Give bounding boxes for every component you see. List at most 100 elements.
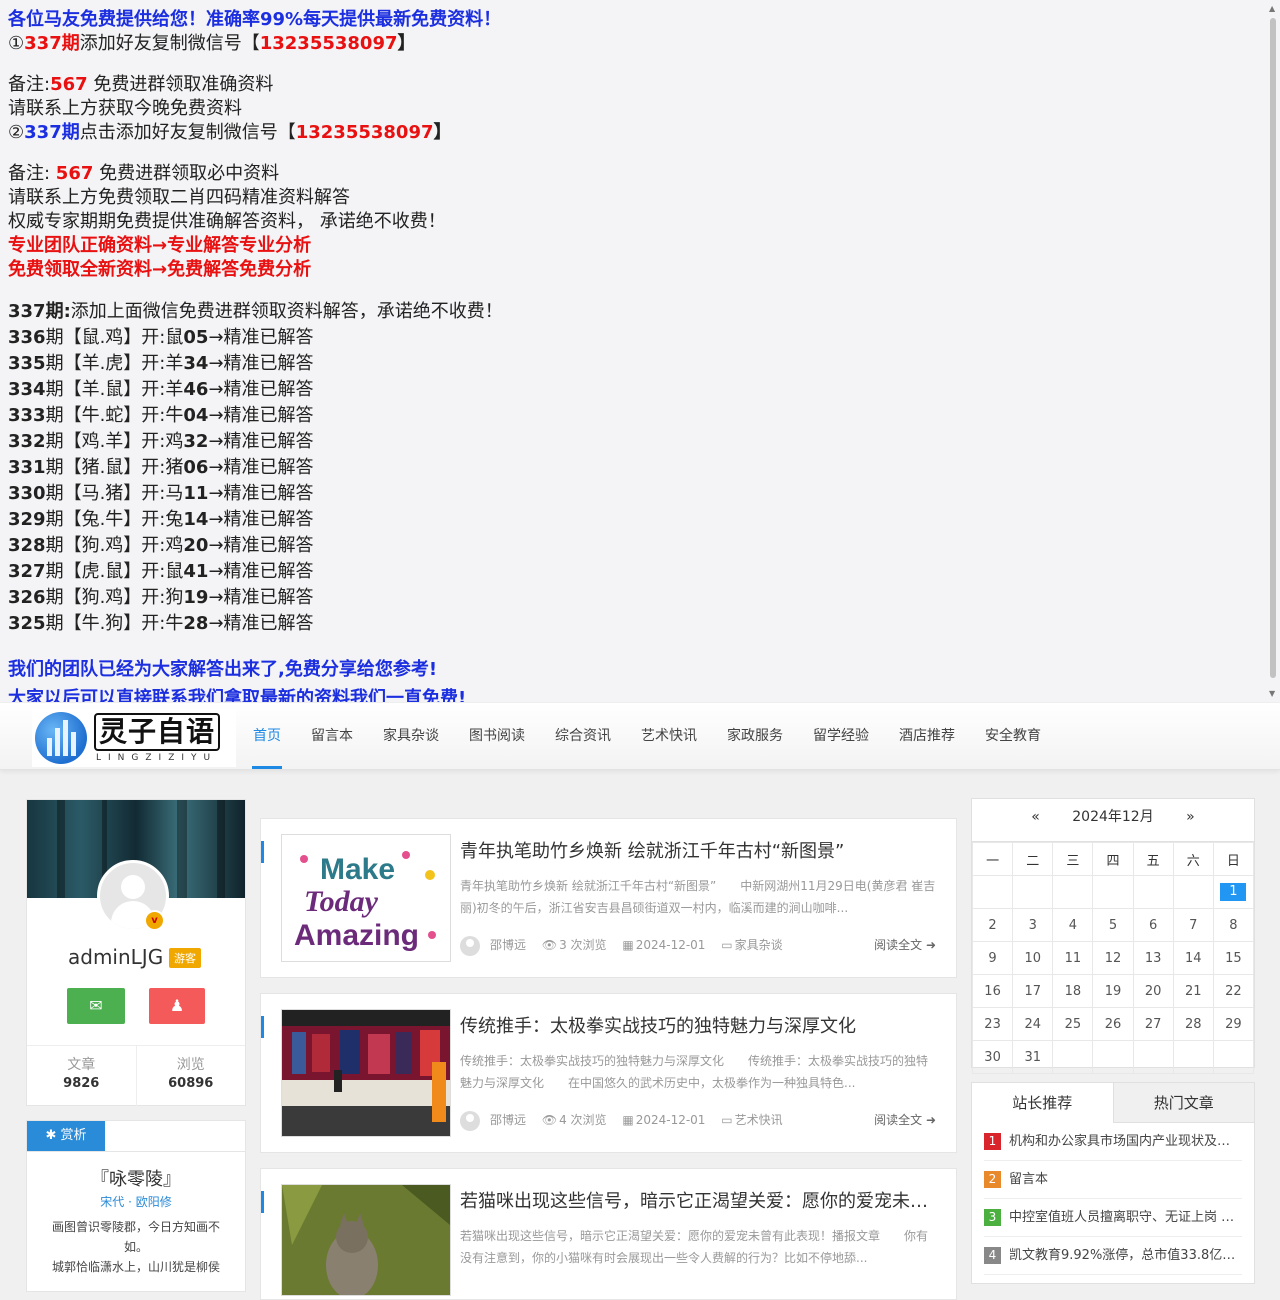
- calendar-day[interactable]: 10: [1012, 941, 1054, 975]
- promo-scrollbar[interactable]: ▲ ▼: [1266, 0, 1280, 702]
- calendar-weekday: 五: [1132, 842, 1174, 876]
- calendar-day[interactable]: 7: [1172, 908, 1214, 942]
- post-thumbnail[interactable]: [281, 1184, 451, 1296]
- qq-button[interactable]: ♟: [149, 988, 205, 1024]
- calendar-day[interactable]: 11: [1052, 941, 1094, 975]
- recommend-item[interactable]: 1 机构和办公家具市场国内产业现状及龙头企业: [984, 1123, 1242, 1161]
- calendar-day[interactable]: 15: [1212, 941, 1255, 975]
- recommend-item[interactable]: 4 凯文教育9.92%涨停，总市值33.8亿元，请关注: [984, 1237, 1242, 1275]
- calendar-next-button[interactable]: »: [1186, 809, 1195, 825]
- nav-item[interactable]: 家政服务: [712, 703, 798, 769]
- post-excerpt: 传统推手：太极拳实战技巧的独特魅力与深厚文化 传统推手：太极拳实战技巧的独特魅力…: [460, 1054, 929, 1090]
- calendar-day[interactable]: 6: [1132, 908, 1174, 942]
- thumb-word: Today: [304, 885, 379, 918]
- nav-item[interactable]: 图书阅读: [454, 703, 540, 769]
- calendar-day[interactable]: 27: [1132, 1007, 1174, 1041]
- calendar-day[interactable]: 9: [971, 941, 1014, 975]
- calendar-day[interactable]: 4: [1052, 908, 1094, 942]
- read-more-link[interactable]: 阅读全文 ➜: [874, 1109, 936, 1131]
- recommend-item-title[interactable]: 留言本: [1009, 1172, 1048, 1187]
- post-author[interactable]: 邵博远: [490, 1113, 526, 1127]
- nav-item[interactable]: 安全教育: [970, 703, 1056, 769]
- calendar-day[interactable]: 13: [1132, 941, 1174, 975]
- post-thumbnail[interactable]: [281, 1009, 451, 1137]
- history-number: 41: [183, 561, 209, 582]
- calendar-day: [1212, 1040, 1255, 1074]
- calendar-day[interactable]: 5: [1092, 908, 1134, 942]
- recommend-item-title[interactable]: 机构和办公家具市场国内产业现状及龙头企业: [1009, 1134, 1242, 1149]
- wechat-id[interactable]: 13235538097: [260, 33, 398, 54]
- post-title[interactable]: 青年执笔助竹乡焕新 绘就浙江千年古村“新图景”: [460, 837, 940, 863]
- post-card[interactable]: Make Today Amazing 青年执笔助竹乡焕新 绘就浙江千年古村“新图…: [260, 818, 957, 978]
- post-meta: 邵博远 👁 4 次浏览 ▦ 2024-12-01 ▭ 艺术快讯 阅读全文 ➜: [460, 1109, 936, 1131]
- calendar-day[interactable]: 28: [1172, 1007, 1214, 1041]
- calendar-day[interactable]: 1: [1212, 875, 1255, 909]
- calendar-day[interactable]: 2: [971, 908, 1014, 942]
- post-views: 3 次浏览: [559, 938, 607, 952]
- recommend-item[interactable]: 3 中控室值班人员擅离职守、无证上岗 被罚: [984, 1199, 1242, 1237]
- nav-item[interactable]: 家具杂谈: [368, 703, 454, 769]
- post-title[interactable]: 若猫咪出现这些信号，暗示它正渴望关爱：愿你的爱宠未曾有此表现！: [460, 1187, 940, 1213]
- calendar-day[interactable]: 12: [1092, 941, 1134, 975]
- post-author[interactable]: 邵博远: [490, 938, 526, 952]
- history-label: 期【虎.鼠】开:鼠: [45, 561, 184, 582]
- post-card[interactable]: 传统推手：太极拳实战技巧的独特魅力与深厚文化 传统推手：太极拳实战技巧的独特魅力…: [260, 993, 957, 1153]
- site-logo[interactable]: 灵子自语 LINGZIZIYU: [32, 709, 236, 767]
- calendar-day[interactable]: 25: [1052, 1007, 1094, 1041]
- arrow-right-icon: ➜: [925, 938, 936, 952]
- recommend-item-title[interactable]: 中控室值班人员擅离职守、无证上岗 被罚: [1009, 1210, 1242, 1225]
- post-category[interactable]: 家具杂谈: [735, 938, 783, 952]
- calendar-prev-button[interactable]: «: [1031, 809, 1040, 825]
- post-category[interactable]: 艺术快讯: [735, 1113, 783, 1127]
- promo-wechat-line-2[interactable]: ②337期点击添加好友复制微信号【13235538097】: [8, 121, 1280, 145]
- tab-owner-recommend[interactable]: 站长推荐: [972, 1083, 1113, 1123]
- nav-item[interactable]: 艺术快讯: [626, 703, 712, 769]
- scroll-down-icon[interactable]: ▼: [1269, 689, 1275, 698]
- wechat-id[interactable]: 13235538097: [296, 122, 434, 143]
- nav-item[interactable]: 酒店推荐: [884, 703, 970, 769]
- calendar-day[interactable]: 26: [1092, 1007, 1134, 1041]
- poem-text: 画图曾识零陵郡，今日方知画不如。 城郭恰临潇水上，山川犹是柳侯: [41, 1217, 231, 1277]
- calendar-day[interactable]: 18: [1052, 974, 1094, 1008]
- calendar-grid: 一二三四五六日 1 2 3 4 5 6 7 8 9 10 11 12 13 14 15 16 17 18 19 20 21…: [971, 842, 1255, 1074]
- history-tail: →精准已解答: [208, 327, 314, 348]
- post-card[interactable]: 若猫咪出现这些信号，暗示它正渴望关爱：愿你的爱宠未曾有此表现！ 若猫咪出现这些信…: [260, 1168, 957, 1300]
- nav-item[interactable]: 首页: [238, 703, 296, 769]
- calendar-day: [1132, 875, 1174, 909]
- logo-subtext: LINGZIZIYU: [96, 753, 218, 763]
- calendar-day[interactable]: 17: [1012, 974, 1054, 1008]
- calendar-day[interactable]: 14: [1172, 941, 1214, 975]
- calendar-day[interactable]: 19: [1092, 974, 1134, 1008]
- recommend-item-title[interactable]: 凯文教育9.92%涨停，总市值33.8亿元，请关注: [1009, 1248, 1242, 1263]
- calendar-day[interactable]: 23: [971, 1007, 1014, 1041]
- calendar-day[interactable]: 24: [1012, 1007, 1054, 1041]
- calendar-day[interactable]: 3: [1012, 908, 1054, 942]
- nav-item[interactable]: 留言本: [296, 703, 368, 769]
- scrollbar-thumb[interactable]: [1270, 18, 1276, 678]
- post-title[interactable]: 传统推手：太极拳实战技巧的独特魅力与深厚文化: [460, 1012, 940, 1038]
- calendar-day[interactable]: 21: [1172, 974, 1214, 1008]
- calendar-day[interactable]: 22: [1212, 974, 1255, 1008]
- calendar-day[interactable]: 20: [1132, 974, 1174, 1008]
- history-row: 335期【羊.虎】开:羊34→精准已解答: [8, 351, 1280, 377]
- note-prefix: 备注:: [8, 163, 56, 184]
- poem-author[interactable]: 宋代 · 欧阳修: [27, 1193, 245, 1210]
- promo-wechat-line-1[interactable]: ①337期添加好友复制微信号【13235538097】: [8, 32, 1280, 56]
- calendar-today[interactable]: 1: [1220, 883, 1247, 901]
- calendar-day[interactable]: 30: [971, 1040, 1014, 1074]
- nav-item[interactable]: 留学经验: [798, 703, 884, 769]
- promo-headline: 各位马友免费提供给您！准确率99%每天提供最新免费资料！: [8, 9, 502, 30]
- post-thumbnail[interactable]: Make Today Amazing: [281, 834, 451, 962]
- recommend-item[interactable]: 2 留言本: [984, 1161, 1242, 1199]
- calendar-day[interactable]: 8: [1212, 908, 1255, 942]
- scroll-up-icon[interactable]: ▲: [1269, 4, 1275, 13]
- calendar-day[interactable]: 16: [971, 974, 1014, 1008]
- wechat-button[interactable]: ✉: [67, 988, 125, 1024]
- promo-promise: 权威专家期期免费提供准确解答资料， 承诺绝不收费！: [8, 211, 446, 232]
- calendar-day[interactable]: 29: [1212, 1007, 1255, 1041]
- tab-hot-articles[interactable]: 热门文章: [1112, 1083, 1254, 1123]
- history-period: 329: [8, 509, 46, 530]
- nav-item[interactable]: 综合资讯: [540, 703, 626, 769]
- calendar-day[interactable]: 31: [1012, 1040, 1054, 1074]
- read-more-link[interactable]: 阅读全文 ➜: [874, 934, 936, 956]
